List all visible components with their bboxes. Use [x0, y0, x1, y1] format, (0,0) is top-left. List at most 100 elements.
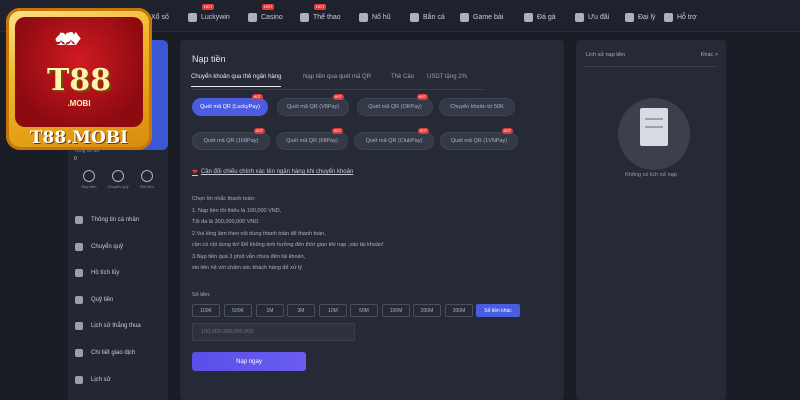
- nav-item-cards[interactable]: Game bài: [460, 9, 503, 25]
- withdraw-icon: [141, 170, 153, 182]
- tab-bank-transfer[interactable]: Chuyển khoản qua thẻ ngân hàng: [191, 74, 282, 87]
- nav-item-sports[interactable]: HOT Thể thao: [300, 4, 341, 25]
- cockfight-icon: [524, 12, 533, 22]
- history-more-link[interactable]: Khác >: [701, 52, 718, 58]
- method-okpay[interactable]: Quét mã QR (OKPay) HOT: [357, 94, 433, 116]
- logo-name: T88.MOBI: [29, 128, 129, 148]
- method-168pay[interactable]: Quét mã QR (168Pay) HOT: [192, 128, 270, 150]
- transfer-icon: [75, 243, 83, 251]
- method-68pay[interactable]: Quét mã QR (68Pay) HOT: [276, 128, 348, 150]
- nav-label: Ưu đãi: [588, 13, 610, 21]
- menu-item-savings[interactable]: Hồ tích lũy: [75, 266, 119, 280]
- method-clubpay[interactable]: Quét mã QR (ClubPay) HOT: [354, 128, 434, 150]
- hot-badge: HOT: [417, 128, 429, 134]
- logo-wordmark: T88: [46, 63, 112, 98]
- balance-value: 0: [74, 156, 77, 162]
- other-amount-button[interactable]: Số tiền khác: [476, 304, 520, 317]
- menu-label: Lịch sử: [91, 377, 111, 383]
- method-luckypay[interactable]: Quét mã QR (LuckyPay) HOT: [192, 94, 268, 116]
- nav-label: Đại lý: [638, 13, 656, 21]
- tab-usdt[interactable]: USDT tặng 2%: [427, 74, 467, 80]
- method-v8pay[interactable]: Quét mã QR (V8Pay) HOT: [277, 94, 349, 116]
- amount-option[interactable]: 500K: [224, 304, 252, 317]
- wallet-icon: [75, 296, 83, 304]
- method-label: Quét mã QR (LuckyPay): [200, 104, 260, 110]
- menu-label: Lịch sử thắng thua: [91, 323, 141, 329]
- method-label: Quét mã QR (68Pay): [286, 138, 338, 144]
- agent-icon: [625, 12, 634, 22]
- cards-icon: [460, 12, 469, 22]
- clock-icon: [75, 376, 83, 384]
- nav-label: Luckywin: [201, 13, 230, 21]
- nav-item-agent[interactable]: Đại lý: [625, 9, 656, 25]
- nav-item-fishing[interactable]: Bắn cá: [410, 9, 445, 25]
- amount-input[interactable]: [192, 323, 355, 341]
- amount-option[interactable]: 3M: [287, 304, 315, 317]
- nav-label: Game bài: [473, 13, 504, 21]
- note-line: 2.Vui lòng làm theo nội dung thanh toán …: [192, 231, 326, 237]
- nav-item-luckywin[interactable]: HOT Luckywin: [188, 4, 230, 25]
- empty-state-icon: [618, 98, 690, 170]
- quick-deposit-button[interactable]: Nạp tiền: [76, 170, 102, 189]
- amount-label: Số tiền:: [192, 292, 211, 298]
- note-line: Chọn lời nhắc thanh toán:: [192, 196, 256, 202]
- nav-item-slots[interactable]: Nổ hũ: [359, 9, 391, 25]
- amount-option[interactable]: 50M: [350, 304, 378, 317]
- amount-option[interactable]: 100M: [382, 304, 410, 317]
- tab-scratch-card[interactable]: Thẻ Cào: [391, 74, 414, 80]
- amount-option[interactable]: 100K: [192, 304, 220, 317]
- heart-icon: ❤: [192, 169, 198, 176]
- nav-item-casino[interactable]: HOT Casino: [248, 4, 283, 25]
- note-line: 3.Nạp tiền quá 3 phút vẫn chưa đến tài k…: [192, 254, 306, 260]
- method-label: Chuyển khoản từ 50K: [450, 104, 504, 110]
- deposit-panel: Nạp tiền Chuyển khoản qua thẻ ngân hàng …: [180, 40, 564, 400]
- menu-item-transactions[interactable]: Chi tiết giao dịch: [75, 346, 135, 360]
- quick-label: Nạp tiền: [81, 184, 97, 189]
- bank-notice-link[interactable]: ❤ Cần đối chiếu chính xác tên ngân hàng k…: [192, 168, 353, 176]
- deposit-now-button[interactable]: Nạp ngay: [192, 352, 306, 371]
- empty-state-text: Không có lịch sử nạp: [625, 172, 677, 178]
- amount-option[interactable]: 10M: [319, 304, 347, 317]
- menu-item-profile[interactable]: Thông tin cá nhân: [75, 213, 139, 227]
- quick-label: Rút tiền: [140, 184, 154, 189]
- cards-icon: ♠♥♣♦: [55, 25, 82, 50]
- menu-item-history[interactable]: Lịch sử: [75, 373, 111, 387]
- logo-badge: ♠♥♣♦ T88 .MOBI: [15, 17, 143, 127]
- brand-logo: ♠♥♣♦ T88 .MOBI T88.MOBI: [6, 8, 152, 150]
- gift-icon: [575, 12, 584, 22]
- nav-item-cockfight[interactable]: Đá gà: [524, 9, 556, 25]
- transfer-icon: [112, 170, 124, 182]
- quick-withdraw-button[interactable]: Rút tiền: [134, 170, 160, 189]
- method-bank-50k[interactable]: Chuyển khoản từ 50K: [439, 98, 515, 116]
- nav-label: Thể thao: [313, 13, 341, 21]
- history-icon: [75, 322, 83, 330]
- method-label: Quét mã QR (1VNPay): [450, 138, 508, 144]
- amount-option[interactable]: 300M: [445, 304, 473, 317]
- hot-badge: HOT: [332, 94, 344, 100]
- amount-option[interactable]: 1M: [256, 304, 284, 317]
- deposit-icon: [83, 170, 95, 182]
- hot-badge: HOT: [202, 4, 215, 10]
- method-1vnpay[interactable]: Quét mã QR (1VNPay) HOT: [440, 128, 518, 150]
- user-icon: [75, 216, 83, 224]
- document-icon: [640, 108, 668, 146]
- nav-item-promotions[interactable]: Ưu đãi: [575, 9, 609, 25]
- nav-label: Đá gà: [537, 13, 556, 21]
- menu-label: Chi tiết giao dịch: [91, 350, 136, 356]
- notice-text: Cần đối chiếu chính xác tên ngân hàng kh…: [200, 169, 354, 175]
- hot-badge: HOT: [262, 4, 275, 10]
- lucky-icon: [188, 12, 197, 22]
- amount-option[interactable]: 200M: [413, 304, 441, 317]
- nav-item-support[interactable]: Hỗ trợ: [664, 9, 697, 25]
- method-label: Quét mã QR (168Pay): [203, 138, 259, 144]
- fishing-icon: [410, 12, 419, 22]
- tab-qr-deposit[interactable]: Nạp tiền qua quét mã QR: [303, 74, 371, 80]
- menu-item-transfer[interactable]: Chuyển quỹ: [75, 240, 123, 254]
- menu-item-win-loss[interactable]: Lịch sử thắng thua: [75, 319, 141, 333]
- piggy-icon: [75, 269, 83, 277]
- hot-badge: HOT: [331, 128, 343, 134]
- menu-label: Hồ tích lũy: [91, 270, 120, 276]
- quick-transfer-button[interactable]: Chuyển quỹ: [105, 170, 131, 189]
- menu-item-fund[interactable]: Quỹ tiền: [75, 293, 113, 307]
- method-label: Quét mã QR (OKPay): [368, 104, 422, 110]
